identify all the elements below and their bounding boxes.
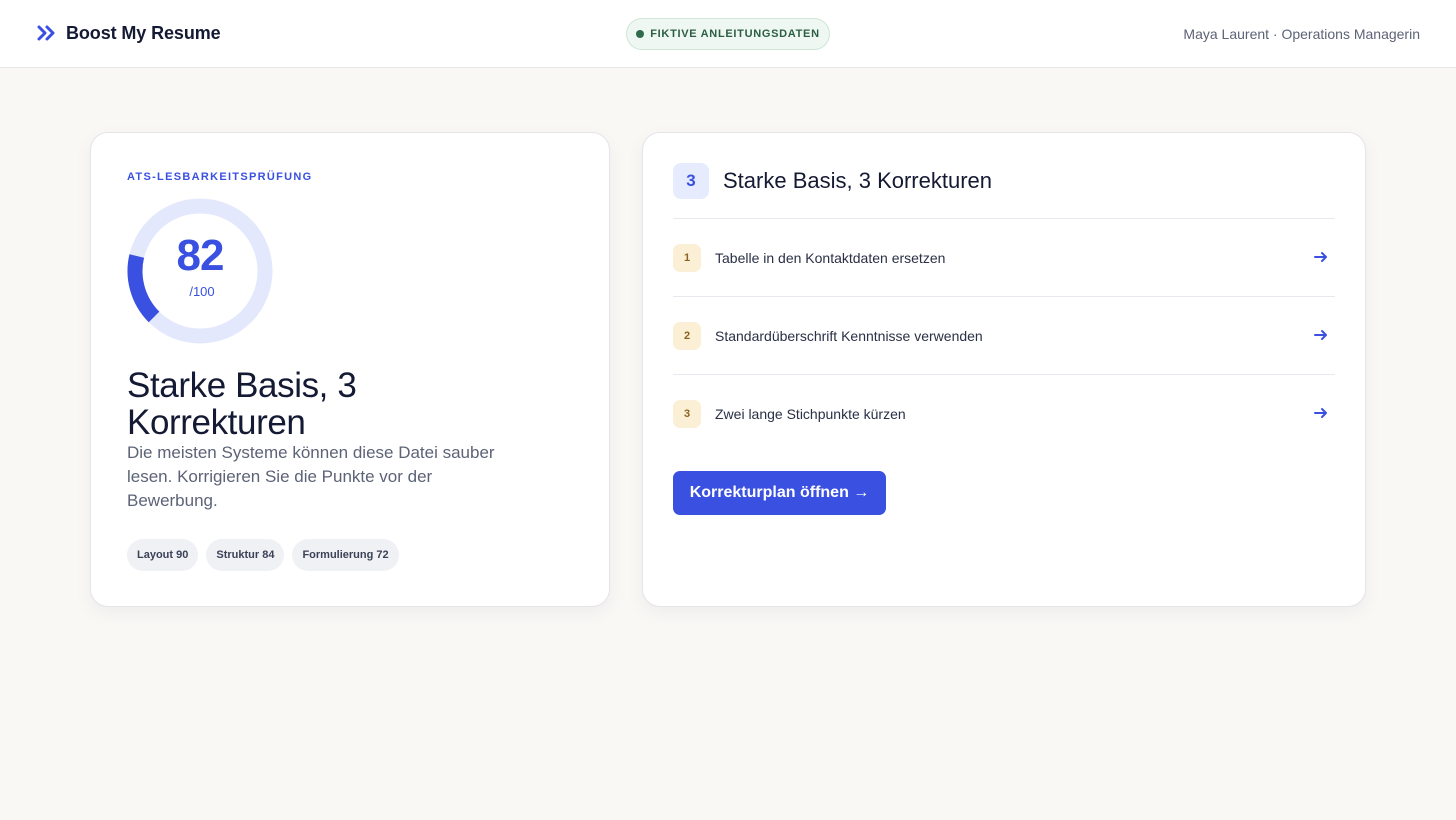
chip-layout: Layout 90 [127,539,199,571]
score-card: ATS-LESBARKEITSPRÜFUNG 82 /100 Starke Ba… [90,132,610,607]
chip-structure: Struktur 84 [206,539,285,571]
score-title: Starke Basis, 3 Korrekturen [127,366,357,442]
user-info: Maya Laurent · Operations Managerin [1183,26,1420,42]
demo-data-badge: FIKTIVE ANLEITUNGSDATEN [626,18,830,50]
arrow-right-icon[interactable] [1313,405,1329,421]
chip-wording: Formulierung 72 [292,539,399,571]
fix-count-badge: 3 [673,163,709,199]
fix-item[interactable]: 1 Tabelle in den Kontaktdaten ersetzen [673,218,1335,296]
score-gauge: 82 /100 [127,198,273,344]
fix-list: 1 Tabelle in den Kontaktdaten ersetzen 2… [673,218,1335,452]
fix-item[interactable]: 3 Zwei lange Stichpunkte kürzen [673,374,1335,452]
score-value: 82 [176,231,225,280]
subscore-chips: Layout 90 Struktur 84 Formulierung 72 [127,539,407,571]
fix-number: 3 [673,399,701,428]
fix-number: 1 [673,243,701,272]
fixes-title: Starke Basis, 3 Korrekturen [723,168,993,193]
score-max: /100 [189,284,215,299]
fixes-header: 3 Starke Basis, 3 Korrekturen [673,163,992,199]
arrow-right-icon[interactable] [1313,327,1329,343]
fix-item[interactable]: 2 Standardüberschrift Kenntnisse verwend… [673,296,1335,374]
fix-label: Tabelle in den Kontaktdaten ersetzen [715,249,946,266]
badge-label: FIKTIVE ANLEITUNGSDATEN [650,28,820,40]
fix-number: 2 [673,321,701,350]
double-chevron-right-icon [36,22,58,44]
fix-label: Zwei lange Stichpunkte kürzen [715,405,906,422]
score-description: Die meisten Systeme können diese Datei s… [127,443,495,510]
status-dot-icon [636,30,645,38]
fixes-card: 3 Starke Basis, 3 Korrekturen 1 Tabelle … [642,132,1366,607]
fix-label: Standardüberschrift Kenntnisse verwenden [715,327,983,344]
brand[interactable]: Boost My Resume [36,22,221,44]
score-eyebrow: ATS-LESBARKEITSPRÜFUNG [127,171,313,183]
arrow-right-icon[interactable] [1313,249,1329,265]
top-bar: Boost My Resume FIKTIVE ANLEITUNGSDATEN … [0,0,1456,68]
brand-name: Boost My Resume [66,22,221,43]
open-fix-plan-button[interactable]: Korrekturplan öffnen → [673,471,886,515]
